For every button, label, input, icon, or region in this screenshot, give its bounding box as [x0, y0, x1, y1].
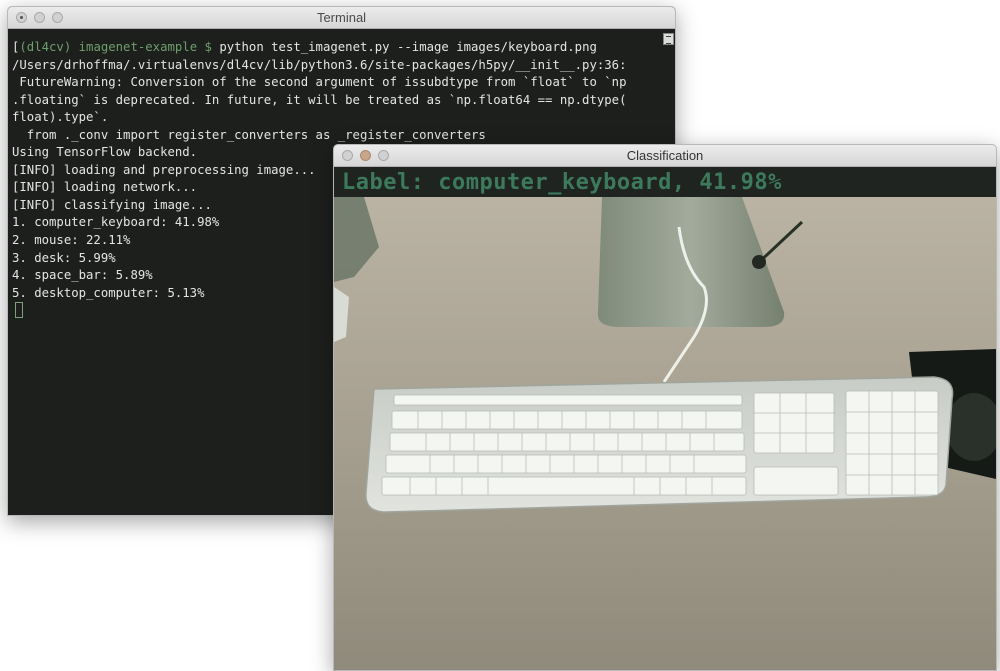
- output-line: /Users/drhoffma/.virtualenvs/dl4cv/lib/p…: [12, 57, 627, 72]
- text-cursor: [15, 302, 23, 319]
- window-title: Classification: [626, 148, 704, 163]
- output-line: .floating` is deprecated. In future, it …: [12, 92, 627, 107]
- minimize-button[interactable]: [360, 150, 371, 161]
- window-controls: [342, 150, 389, 161]
- terminal-titlebar[interactable]: Terminal: [8, 7, 675, 29]
- close-button[interactable]: [16, 12, 27, 23]
- prediction-overlay-label: Label: computer_keyboard, 41.98%: [342, 170, 782, 195]
- command-text: python test_imagenet.py --image images/k…: [219, 40, 597, 54]
- keyboard-photo: [334, 167, 996, 670]
- classification-window[interactable]: Classification Label: computer_keyboard,…: [333, 144, 997, 671]
- classified-image: Label: computer_keyboard, 41.98%: [334, 167, 996, 670]
- window-title: Terminal: [316, 10, 367, 25]
- prompt-env: (dl4cv): [19, 40, 72, 54]
- zoom-button[interactable]: [52, 12, 63, 23]
- output-line: from ._conv import register_converters a…: [12, 127, 486, 142]
- command-line: [(dl4cv) imagenet-example $ python test_…: [12, 40, 597, 54]
- scroll-marks-icon[interactable]: [663, 33, 674, 45]
- output-line: FutureWarning: Conversion of the second …: [12, 75, 627, 90]
- zoom-button[interactable]: [378, 150, 389, 161]
- minimize-button[interactable]: [34, 12, 45, 23]
- prompt-dir: imagenet-example $: [78, 40, 212, 54]
- output-line: float).type`.: [12, 110, 109, 125]
- classification-titlebar[interactable]: Classification: [334, 145, 996, 167]
- window-controls: [16, 12, 63, 23]
- close-button[interactable]: [342, 150, 353, 161]
